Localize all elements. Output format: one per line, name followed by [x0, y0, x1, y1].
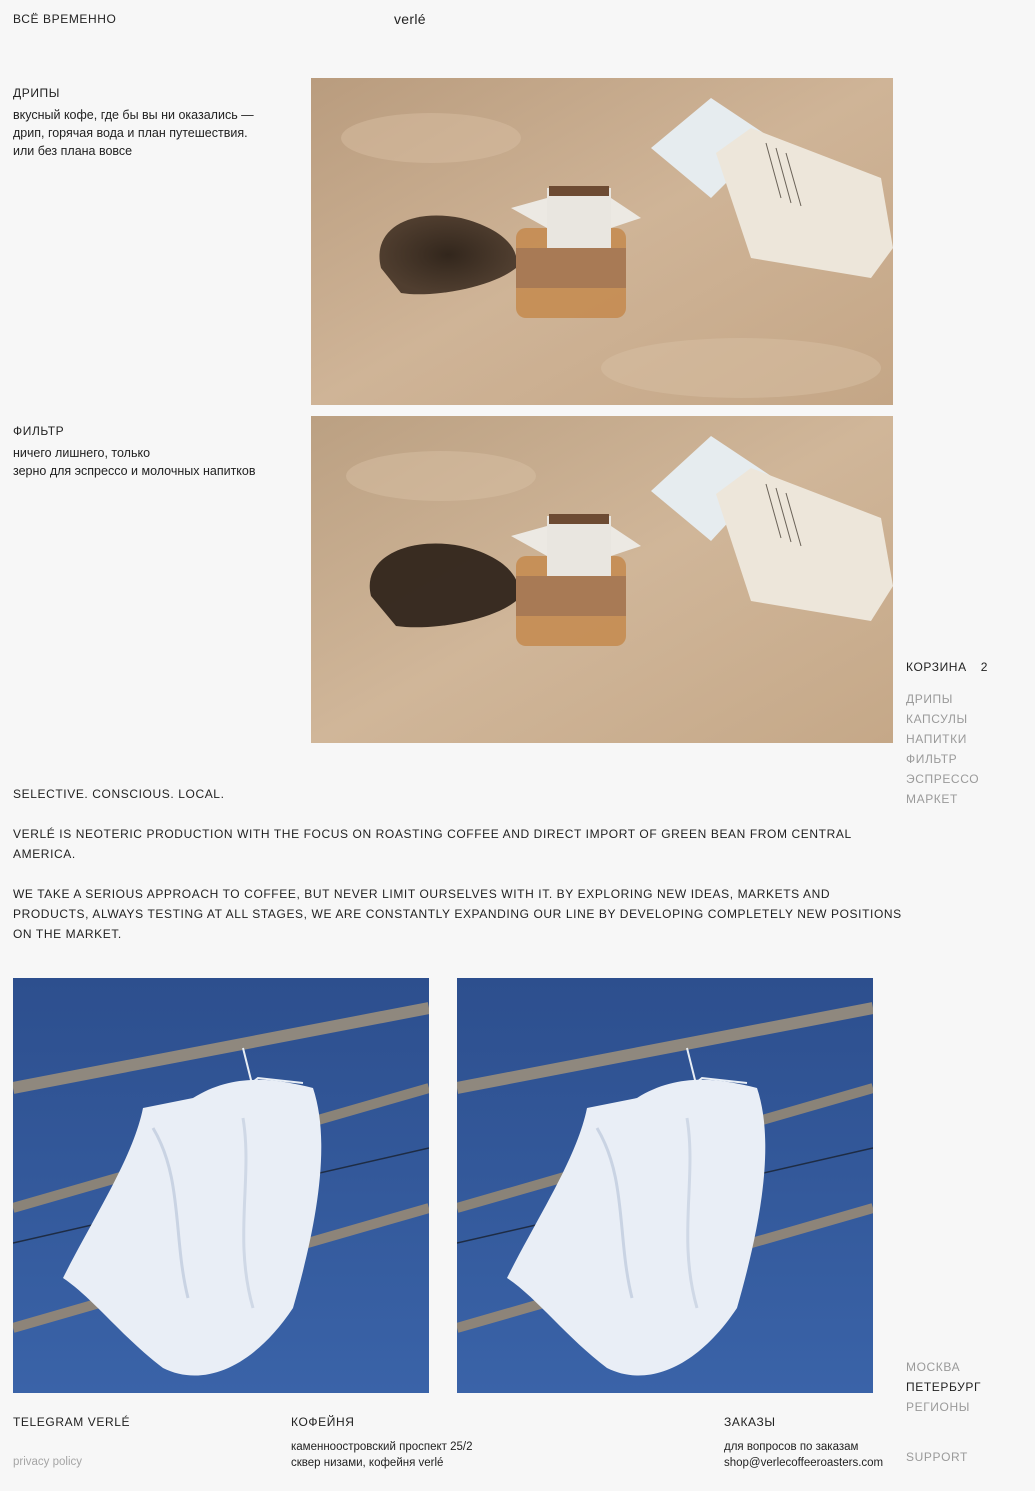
description-line: вкусный кофе, где бы вы ни оказались — [13, 108, 254, 122]
footer-cafe: КОФЕЙНЯ каменноостровский проспект 25/2 … [291, 1415, 472, 1471]
logo[interactable]: verlé [394, 11, 426, 27]
description-line: или без плана вовсе [13, 144, 133, 158]
privacy-policy-link[interactable]: privacy policy [13, 1456, 82, 1468]
side-nav-capsules[interactable]: КАПСУЛЫ [906, 712, 979, 732]
orders-description: для вопросов по заказам [724, 1441, 859, 1453]
section-description: ничего лишнего, только зерно для эспресс… [13, 444, 308, 480]
about-paragraph-1: VERLÉ IS NEOTERIC PRODUCTION WITH THE FO… [13, 827, 852, 861]
city-moscow[interactable]: МОСКВА [906, 1360, 981, 1380]
about-tagline: SELECTIVE. CONSCIOUS. LOCAL. [13, 787, 225, 801]
support-link[interactable]: SUPPORT [906, 1450, 968, 1464]
section-filter: ФИЛЬТР ничего лишнего, только зерно для … [13, 424, 308, 480]
filter-coffee-photo[interactable] [311, 416, 893, 743]
section-drips: ДРИПЫ вкусный кофе, где бы вы ни оказали… [13, 86, 303, 160]
cafe-title: КОФЕЙНЯ [291, 1415, 355, 1429]
cart-count: 2 [980, 660, 988, 674]
section-title: ДРИПЫ [13, 86, 61, 100]
drip-coffee-photo[interactable] [311, 78, 893, 405]
section-description: вкусный кофе, где бы вы ни оказались — д… [13, 106, 303, 160]
telegram-link[interactable]: TELEGRAM VERLÉ [13, 1415, 130, 1429]
description-line: зерно для эспрессо и молочных напитков [13, 464, 256, 478]
orders-email-link[interactable]: shop@verlecoffeeroasters.com [724, 1455, 883, 1471]
orders-title: ЗАКАЗЫ [724, 1415, 776, 1429]
side-nav: ДРИПЫ КАПСУЛЫ НАПИТКИ ФИЛЬТР ЭСПРЕССО МА… [906, 692, 979, 812]
tshirt-photo[interactable] [13, 978, 429, 1393]
footer-orders: ЗАКАЗЫ для вопросов по заказам shop@verl… [724, 1415, 883, 1471]
cart-button[interactable]: КОРЗИНА 2 [906, 660, 988, 674]
section-title: ФИЛЬТР [13, 424, 65, 438]
description-line: дрип, горячая вода и план путешествия. [13, 126, 248, 140]
side-nav-espresso[interactable]: ЭСПРЕССО [906, 772, 979, 792]
side-nav-drips[interactable]: ДРИПЫ [906, 692, 979, 712]
side-nav-filter[interactable]: ФИЛЬТР [906, 752, 979, 772]
about-paragraph-2: WE TAKE A SERIOUS APPROACH TO COFFEE, BU… [13, 887, 902, 941]
side-nav-drinks[interactable]: НАПИТКИ [906, 732, 979, 752]
cafe-location: сквер низами, кофейня verlé [291, 1457, 444, 1469]
city-petersburg[interactable]: ПЕТЕРБУРГ [906, 1380, 981, 1400]
city-switcher: МОСКВА ПЕТЕРБУРГ РЕГИОНЫ [906, 1360, 981, 1420]
all-temporary-link[interactable]: ВСЁ ВРЕМЕННО [13, 12, 117, 26]
description-line: ничего лишнего, только [13, 446, 151, 460]
tshirt-photo-2[interactable] [457, 978, 873, 1393]
side-nav-market[interactable]: МАРКЕТ [906, 792, 979, 812]
cafe-address: каменноостровский проспект 25/2 [291, 1441, 473, 1453]
cart-label: КОРЗИНА [906, 660, 967, 674]
about-section: SELECTIVE. CONSCIOUS. LOCAL. VERLÉ IS NE… [13, 784, 903, 964]
city-regions[interactable]: РЕГИОНЫ [906, 1400, 981, 1420]
